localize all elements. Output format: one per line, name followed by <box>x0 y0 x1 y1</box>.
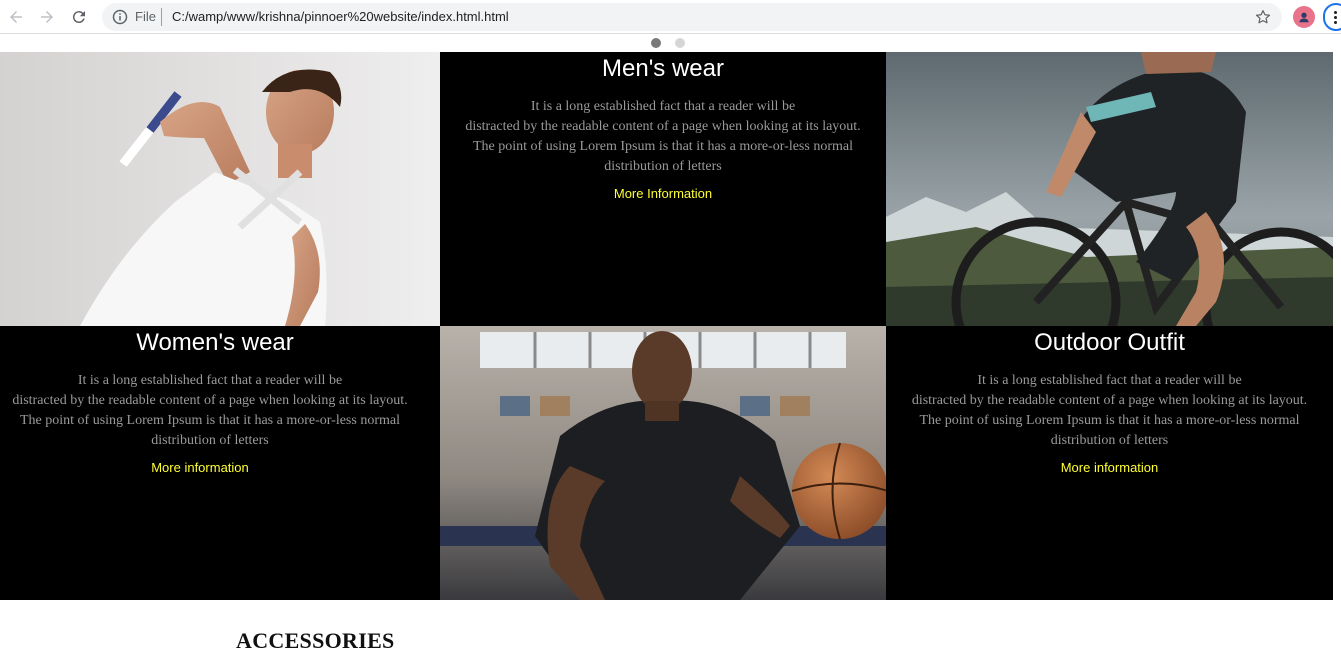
womens-wear-title: Women's wear <box>136 329 294 356</box>
carousel-dot[interactable] <box>675 38 685 48</box>
cyclist-image <box>886 52 1333 326</box>
outdoor-desc-line-2: distracted by the readable content of a … <box>911 393 1308 408</box>
bookmark-star-icon[interactable] <box>1254 8 1272 26</box>
scheme-label: File <box>135 9 156 24</box>
outdoor-more-information-link[interactable]: More information <box>1061 460 1159 475</box>
outdoor-desc-line-1: It is a long established fact that a rea… <box>977 373 1242 388</box>
address-bar[interactable]: File C:/wamp/www/krishna/pinnoer%20websi… <box>102 3 1282 31</box>
menu-dot-icon <box>1334 11 1337 14</box>
womens-wear-panel: Women's wear It is a long established fa… <box>0 326 440 600</box>
info-icon[interactable] <box>112 9 128 25</box>
arrow-right-icon <box>41 11 53 23</box>
back-button[interactable] <box>4 5 28 29</box>
mens-desc-line-1: It is a long established fact that a rea… <box>530 99 796 114</box>
mens-wear-description: It is a long established fact that a rea… <box>453 97 873 177</box>
reload-button[interactable] <box>67 5 91 29</box>
tennis-player-image <box>0 52 440 326</box>
menu-dot-icon <box>1334 16 1337 19</box>
reload-icon <box>72 11 85 24</box>
mens-wear-title: Men's wear <box>602 55 724 82</box>
menu-dot-icon <box>1334 21 1337 24</box>
outdoor-outfit-panel: Outdoor Outfit It is a long established … <box>886 326 1333 600</box>
browser-toolbar: File C:/wamp/www/krishna/pinnoer%20websi… <box>0 0 1341 34</box>
accessories-heading: ACCESSORIES <box>236 628 395 653</box>
arrow-left-icon <box>10 11 22 23</box>
url-text[interactable]: C:/wamp/www/krishna/pinnoer%20website/in… <box>172 9 509 25</box>
womens-desc-line-3: The point of using Lorem Ipsum is that i… <box>20 413 400 448</box>
outdoor-outfit-description: It is a long established fact that a rea… <box>900 371 1320 451</box>
carousel-indicators <box>0 35 1341 52</box>
womens-desc-line-1: It is a long established fact that a rea… <box>77 373 343 388</box>
outdoor-outfit-title: Outdoor Outfit <box>1034 329 1185 356</box>
womens-more-information-link[interactable]: More information <box>151 460 249 475</box>
forward-button[interactable] <box>35 5 59 29</box>
mens-desc-line-3: The point of using Lorem Ipsum is that i… <box>473 139 853 174</box>
womens-wear-description: It is a long established fact that a rea… <box>0 371 420 451</box>
mens-wear-panel: Men's wear It is a long established fact… <box>440 52 886 326</box>
mens-more-information-link[interactable]: More Information <box>614 186 712 201</box>
basketball-player-image <box>440 326 886 600</box>
profile-avatar-icon[interactable] <box>1293 6 1315 28</box>
carousel-dot-active[interactable] <box>651 38 661 48</box>
outdoor-desc-line-3: The point of using Lorem Ipsum is that i… <box>919 413 1300 448</box>
mens-desc-line-2: distracted by the readable content of a … <box>465 119 861 134</box>
omnibox-separator <box>161 8 162 26</box>
womens-desc-line-2: distracted by the readable content of a … <box>12 393 408 408</box>
browser-menu-button[interactable] <box>1323 3 1341 31</box>
